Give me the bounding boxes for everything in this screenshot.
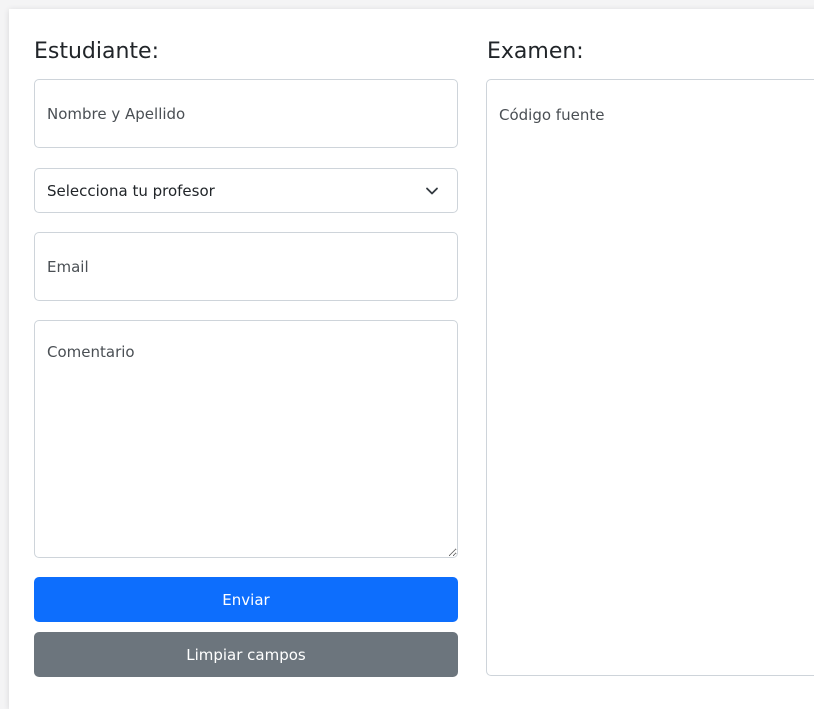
teacher-select-value: Selecciona tu profesor bbox=[47, 181, 215, 200]
teacher-select[interactable]: Selecciona tu profesor bbox=[34, 168, 458, 213]
full-name-input[interactable] bbox=[34, 79, 458, 148]
clear-fields-button[interactable]: Limpiar campos bbox=[34, 632, 458, 677]
comment-textarea[interactable] bbox=[34, 320, 458, 558]
student-heading: Estudiante: bbox=[34, 39, 160, 64]
email-input[interactable] bbox=[34, 232, 458, 301]
source-code-textarea[interactable] bbox=[486, 79, 814, 676]
submit-button[interactable]: Enviar bbox=[34, 577, 458, 622]
exam-heading: Examen: bbox=[487, 39, 584, 64]
chevron-down-icon bbox=[425, 184, 439, 198]
form-card: Estudiante: Examen: Selecciona tu profes… bbox=[9, 9, 814, 709]
